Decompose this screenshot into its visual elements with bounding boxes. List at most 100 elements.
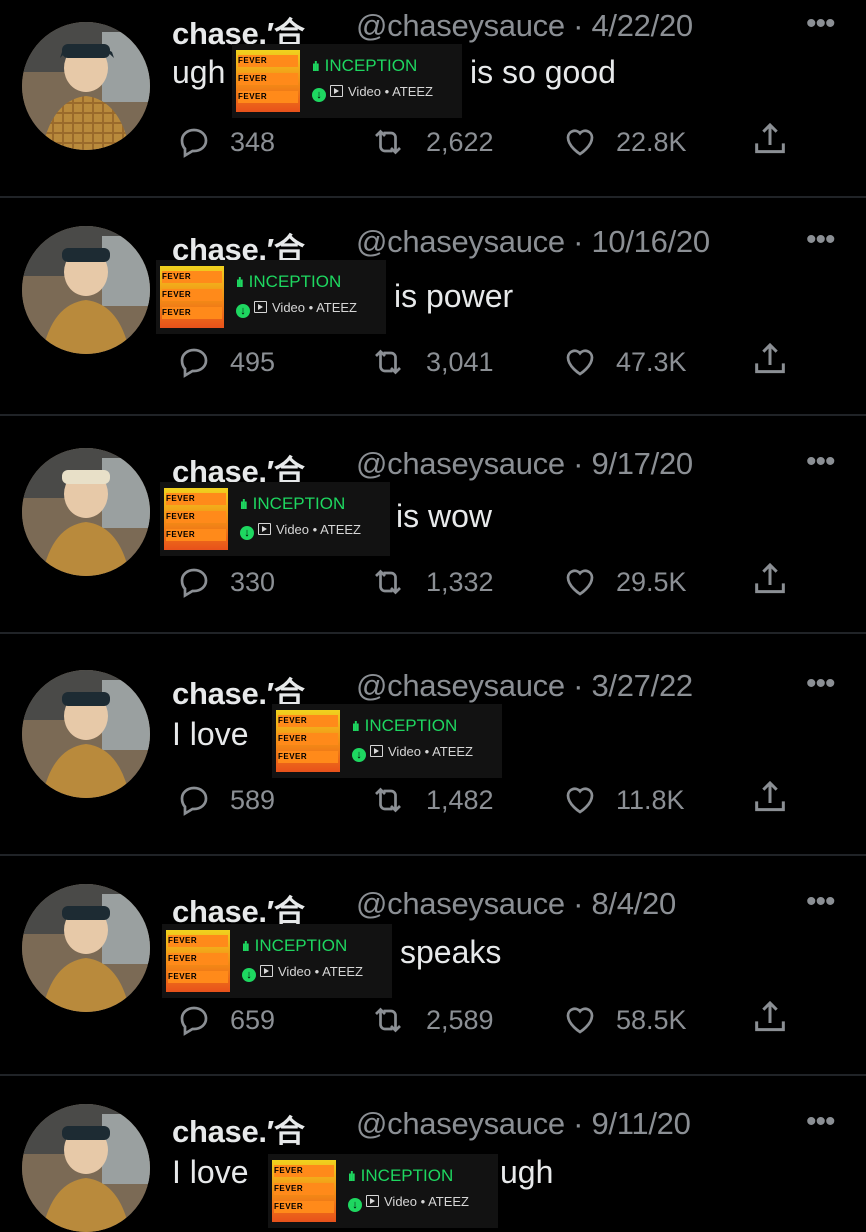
cover-text: FEVER <box>166 511 226 523</box>
reply-count: 659 <box>230 1004 276 1035</box>
share-button[interactable] <box>750 340 790 385</box>
handle-text[interactable]: @chaseysauce <box>356 668 565 703</box>
tweet-date[interactable]: · 9/17/20 <box>573 446 693 481</box>
handle[interactable]: @chaseysauce · 9/17/20 <box>356 446 693 482</box>
more-options-icon[interactable]: ••• <box>806 887 835 917</box>
tweet-text-after: is wow <box>396 498 493 534</box>
tweet[interactable]: chase.′合 @chaseysauce · 10/16/20 ••• FEV… <box>0 200 866 400</box>
like-count: 29.5K <box>616 566 687 597</box>
reply-count: 495 <box>230 346 276 377</box>
track-subtitle: ↓ Video • ATEEZ <box>312 84 433 102</box>
video-icon <box>370 745 383 757</box>
retweet-count: 3,041 <box>426 346 494 377</box>
tweet-date[interactable]: · 10/16/20 <box>573 224 710 259</box>
handle[interactable]: @chaseysauce · 10/16/20 <box>356 224 710 260</box>
like-button[interactable]: 29.5K <box>562 560 687 604</box>
retweet-button[interactable]: 3,041 <box>368 340 494 384</box>
album-cover: FEVER FEVER FEVER <box>236 50 300 112</box>
avatar[interactable] <box>22 884 150 1012</box>
track-subtitle: ↓ Video • ATEEZ <box>352 744 473 762</box>
share-icon <box>755 780 785 812</box>
like-button[interactable]: 22.8K <box>562 120 687 164</box>
tweet[interactable]: chase.′合 @chaseysauce · 3/27/22 ••• I lo… <box>0 636 866 836</box>
cover-text: FEVER <box>168 953 228 965</box>
spotify-card[interactable]: FEVER FEVER FEVER ılı INCEPTION ↓ Video • … <box>272 704 502 778</box>
retweet-button[interactable]: 2,589 <box>368 998 494 1042</box>
avatar[interactable] <box>22 448 150 576</box>
reply-button[interactable]: 330 <box>176 560 275 604</box>
tweet-text-before: I love <box>172 716 249 752</box>
display-name[interactable]: chase.′合 <box>172 1106 305 1151</box>
share-button[interactable] <box>750 120 790 165</box>
handle[interactable]: @chaseysauce · 9/11/20 <box>356 1106 691 1142</box>
handle[interactable]: @chaseysauce · 3/27/22 <box>356 668 693 704</box>
avatar[interactable] <box>22 226 150 354</box>
tweet[interactable]: chase.′合 @chaseysauce · 8/4/20 ••• FEVER… <box>0 858 866 1058</box>
retweet-icon <box>375 569 401 595</box>
cover-text: FEVER <box>278 715 338 727</box>
avatar[interactable] <box>22 670 150 798</box>
track-title-text: INCEPTION <box>360 1166 454 1185</box>
reply-button[interactable]: 495 <box>176 340 275 384</box>
like-button[interactable]: 11.8K <box>562 778 685 822</box>
video-icon <box>330 85 343 97</box>
handle-text[interactable]: @chaseysauce <box>356 446 565 481</box>
handle[interactable]: @chaseysauce · 8/4/20 <box>356 886 676 922</box>
more-options-icon[interactable]: ••• <box>806 447 835 477</box>
tweet-actions: 348 2,622 22.8K <box>176 120 816 164</box>
spotify-card[interactable]: FEVER FEVER FEVER ılı INCEPTION ↓ Video • … <box>160 482 390 556</box>
like-button[interactable]: 58.5K <box>562 998 687 1042</box>
heart-icon <box>566 1007 594 1034</box>
spotify-card[interactable]: FEVER FEVER FEVER ılı INCEPTION ↓ Video • … <box>232 44 462 118</box>
tweet[interactable]: chase.′合 @chaseysauce · 9/11/20 ••• I lo… <box>0 1078 866 1232</box>
tweet-text-before: ugh <box>172 54 226 90</box>
tweet-date[interactable]: · 4/22/20 <box>573 8 693 43</box>
handle-text[interactable]: @chaseysauce <box>356 224 565 259</box>
track-title: ılı INCEPTION <box>312 56 417 76</box>
tweet-date[interactable]: · 3/27/22 <box>573 668 693 703</box>
reply-button[interactable]: 348 <box>176 120 275 164</box>
more-options-icon[interactable]: ••• <box>806 669 835 699</box>
more-options-icon[interactable]: ••• <box>806 225 835 255</box>
video-icon <box>260 965 273 977</box>
reply-button[interactable]: 589 <box>176 778 275 822</box>
tweet[interactable]: chase.′合 @chaseysauce · 9/17/20 ••• FEVE… <box>0 418 866 618</box>
tweet[interactable]: chase.′合 @chaseysauce · 4/22/20 ••• ugh … <box>0 0 866 200</box>
handle-text[interactable]: @chaseysauce <box>356 1106 565 1141</box>
like-button[interactable]: 47.3K <box>562 340 687 384</box>
track-subtitle: ↓ Video • ATEEZ <box>240 522 361 540</box>
handle-text[interactable]: @chaseysauce <box>356 8 565 43</box>
more-options-icon[interactable]: ••• <box>806 1107 835 1137</box>
retweet-button[interactable]: 1,482 <box>368 778 494 822</box>
share-button[interactable] <box>750 560 790 605</box>
video-icon <box>254 301 267 313</box>
spotify-card[interactable]: FEVER FEVER FEVER ılı INCEPTION ↓ Video • … <box>268 1154 498 1228</box>
retweet-icon <box>375 787 401 813</box>
reply-count: 348 <box>230 126 276 157</box>
track-subtitle-text: Video • ATEEZ <box>278 964 364 979</box>
cover-text: FEVER <box>162 289 222 301</box>
handle-text[interactable]: @chaseysauce <box>356 886 565 921</box>
share-icon <box>755 562 785 594</box>
avatar[interactable] <box>22 22 150 150</box>
tweet-date[interactable]: · 8/4/20 <box>573 886 676 921</box>
reply-button[interactable]: 659 <box>176 998 275 1042</box>
more-options-icon[interactable]: ••• <box>806 9 835 39</box>
handle[interactable]: @chaseysauce · 4/22/20 <box>356 8 693 44</box>
spotify-card[interactable]: FEVER FEVER FEVER ılı INCEPTION ↓ Video • … <box>156 260 386 334</box>
download-icon: ↓ <box>348 1198 362 1212</box>
reply-icon <box>180 568 208 598</box>
share-button[interactable] <box>750 998 790 1043</box>
share-button[interactable] <box>750 778 790 823</box>
share-icon <box>755 122 785 154</box>
track-subtitle-text: Video • ATEEZ <box>348 84 434 99</box>
avatar[interactable] <box>22 1104 150 1232</box>
cover-text: FEVER <box>274 1183 334 1195</box>
retweet-button[interactable]: 2,622 <box>368 120 494 164</box>
spotify-card[interactable]: FEVER FEVER FEVER ılı INCEPTION ↓ Video • … <box>162 924 392 998</box>
track-subtitle: ↓ Video • ATEEZ <box>236 300 357 318</box>
retweet-count: 2,589 <box>426 1004 494 1035</box>
share-icon <box>755 1000 785 1032</box>
retweet-button[interactable]: 1,332 <box>368 560 494 604</box>
tweet-date[interactable]: · 9/11/20 <box>573 1106 691 1141</box>
